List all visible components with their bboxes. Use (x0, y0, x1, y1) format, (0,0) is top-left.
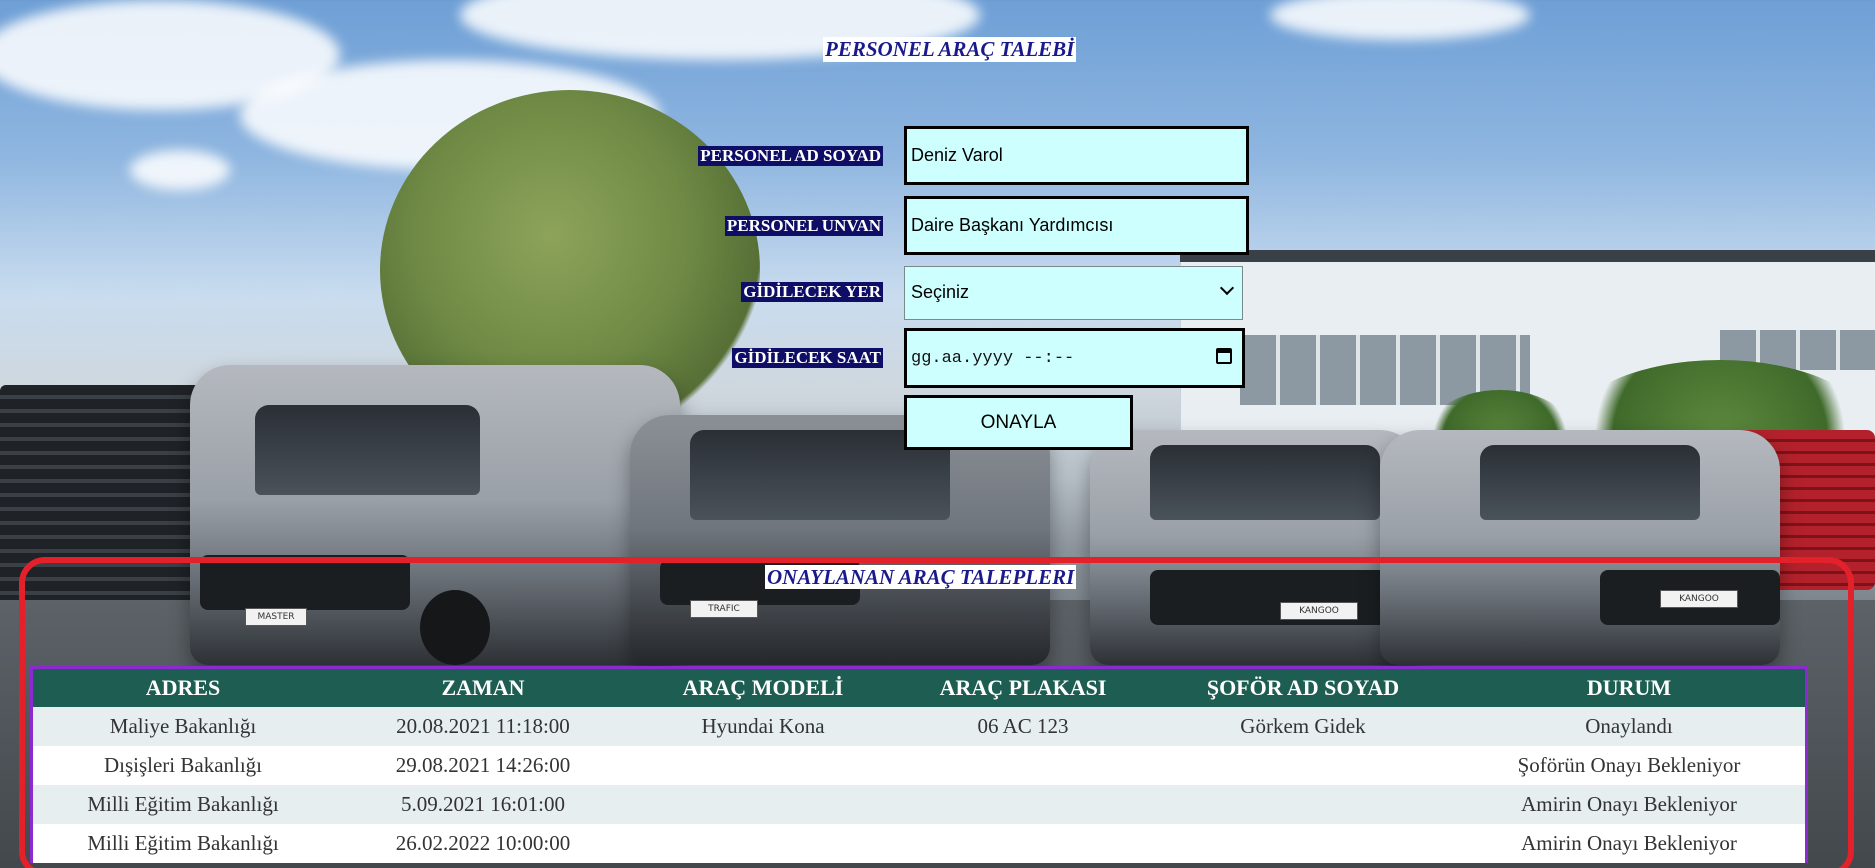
building (1180, 260, 1875, 482)
cloud (1270, 0, 1530, 40)
cell-plate (893, 824, 1153, 863)
cloud (130, 150, 230, 190)
building-windows (1720, 330, 1875, 370)
column-header-plate: ARAÇ PLAKASI (893, 667, 1153, 707)
cell-address: Maliye Bakanlığı (31, 707, 333, 746)
cell-vehicle-model: Hyundai Kona (633, 707, 893, 746)
column-header-status: DURUM (1453, 667, 1807, 707)
destination-select[interactable]: Seçiniz (904, 266, 1243, 320)
table-row: Dışişleri Bakanlığı 29.08.2021 14:26:00 … (31, 746, 1807, 785)
column-header-vehicle-model: ARAÇ MODELİ (633, 667, 893, 707)
destination-select-value: Seçiniz (911, 282, 970, 302)
cell-driver (1153, 824, 1453, 863)
cell-time: 5.09.2021 16:01:00 (333, 785, 633, 824)
building-windows (1240, 335, 1530, 405)
cloud (240, 60, 660, 170)
van-windshield (1150, 445, 1380, 520)
cell-vehicle-model (633, 746, 893, 785)
cell-driver: Görkem Gidek (1153, 707, 1453, 746)
cell-driver (1153, 746, 1453, 785)
datetime-input[interactable]: gg.aa.yyyy --:-- (904, 328, 1245, 388)
confirm-button[interactable]: ONAYLA (904, 395, 1133, 450)
cell-address: Milli Eğitim Bakanlığı (31, 785, 333, 824)
building-roof (1180, 250, 1875, 262)
cell-address: Dışişleri Bakanlığı (31, 746, 333, 785)
time-label: GİDİLECEK SAAT (732, 348, 883, 368)
chevron-down-icon (1219, 280, 1235, 296)
cloud (0, 0, 340, 110)
table-row: Milli Eğitim Bakanlığı 26.02.2022 10:00:… (31, 824, 1807, 863)
cell-vehicle-model (633, 824, 893, 863)
cell-status: Amirin Onayı Bekleniyor (1453, 785, 1807, 824)
calendar-icon[interactable] (1216, 348, 1232, 364)
destination-label: GİDİLECEK YER (741, 282, 883, 302)
title-label: PERSONEL UNVAN (724, 216, 883, 236)
cell-plate: 06 AC 123 (893, 707, 1153, 746)
tree-trunk (545, 220, 557, 440)
datetime-placeholder: gg.aa.yyyy --:-- (911, 349, 1075, 368)
approved-requests-table: ADRES ZAMAN ARAÇ MODELİ ARAÇ PLAKASI ŞOF… (30, 666, 1808, 863)
cell-vehicle-model (633, 785, 893, 824)
name-input[interactable] (904, 126, 1249, 185)
van-windshield (1480, 445, 1700, 520)
cell-status: Amirin Onayı Bekleniyor (1453, 824, 1807, 863)
cell-plate (893, 785, 1153, 824)
bush (1560, 360, 1875, 520)
cell-plate (893, 746, 1153, 785)
title-input[interactable] (904, 196, 1249, 255)
bush (1420, 390, 1580, 500)
table-header-row: ADRES ZAMAN ARAÇ MODELİ ARAÇ PLAKASI ŞOF… (31, 667, 1807, 707)
cell-status: Onaylandı (1453, 707, 1807, 746)
van-windshield (255, 405, 480, 495)
approved-requests-title: ONAYLANAN ARAÇ TALEPLERI (765, 565, 1077, 589)
page-title: PERSONEL ARAÇ TALEBİ (823, 37, 1077, 62)
table-row: Milli Eğitim Bakanlığı 5.09.2021 16:01:0… (31, 785, 1807, 824)
column-header-driver: ŞOFÖR AD SOYAD (1153, 667, 1453, 707)
name-label: PERSONEL AD SOYAD (698, 146, 883, 166)
tree (380, 90, 760, 450)
cell-status: Şoförün Onayı Bekleniyor (1453, 746, 1807, 785)
table-row: Maliye Bakanlığı 20.08.2021 11:18:00 Hyu… (31, 707, 1807, 746)
column-header-address: ADRES (31, 667, 333, 707)
cell-address: Milli Eğitim Bakanlığı (31, 824, 333, 863)
cell-driver (1153, 785, 1453, 824)
cell-time: 29.08.2021 14:26:00 (333, 746, 633, 785)
cell-time: 20.08.2021 11:18:00 (333, 707, 633, 746)
cell-time: 26.02.2022 10:00:00 (333, 824, 633, 863)
column-header-time: ZAMAN (333, 667, 633, 707)
